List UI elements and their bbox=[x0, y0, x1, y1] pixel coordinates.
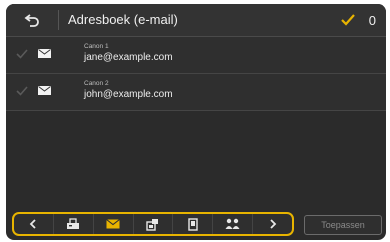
apply-button[interactable]: Toepassen bbox=[304, 215, 382, 235]
fax-icon bbox=[67, 218, 80, 229]
selected-count: 0 bbox=[368, 12, 376, 28]
prev-button[interactable] bbox=[14, 214, 54, 234]
device-screen: Adresboek (e-mail) 0 Canon 1 jane@exampl… bbox=[6, 4, 386, 240]
entry-email: john@example.com bbox=[84, 89, 173, 100]
header-divider bbox=[58, 10, 59, 30]
checkbox-check-icon[interactable] bbox=[16, 86, 28, 96]
selection-counter: 0 bbox=[340, 4, 376, 36]
page-title: Adresboek (e-mail) bbox=[68, 12, 178, 27]
envelope-icon bbox=[38, 49, 51, 58]
group-icon bbox=[225, 218, 240, 229]
tab-group[interactable] bbox=[213, 214, 254, 234]
tab-usb-memory[interactable] bbox=[173, 214, 214, 234]
chevron-right-icon bbox=[269, 219, 276, 229]
checkbox-check-icon[interactable] bbox=[16, 49, 28, 59]
file-server-icon bbox=[146, 218, 158, 231]
entry-name: Canon 1 bbox=[84, 43, 109, 50]
entry-email: jane@example.com bbox=[84, 52, 173, 63]
list-item[interactable]: Canon 2 john@example.com bbox=[6, 74, 386, 111]
next-button[interactable] bbox=[253, 214, 292, 234]
entry-name: Canon 2 bbox=[84, 80, 109, 87]
list-item[interactable]: Canon 1 jane@example.com bbox=[6, 37, 386, 74]
envelope-icon bbox=[38, 86, 51, 95]
envelope-icon bbox=[106, 219, 120, 229]
tab-email[interactable] bbox=[94, 214, 134, 234]
address-list: Canon 1 jane@example.com Canon 2 john@ex… bbox=[6, 37, 386, 111]
usb-memory-icon bbox=[188, 217, 198, 231]
back-arrow-icon bbox=[24, 14, 39, 27]
header-bar: Adresboek (e-mail) 0 bbox=[6, 4, 386, 37]
checkmark-icon bbox=[340, 14, 355, 26]
destination-type-toolbar bbox=[12, 212, 294, 236]
tab-file-server[interactable] bbox=[134, 214, 174, 234]
back-button[interactable] bbox=[8, 7, 56, 33]
chevron-left-icon bbox=[30, 219, 37, 229]
tab-fax[interactable] bbox=[54, 214, 94, 234]
